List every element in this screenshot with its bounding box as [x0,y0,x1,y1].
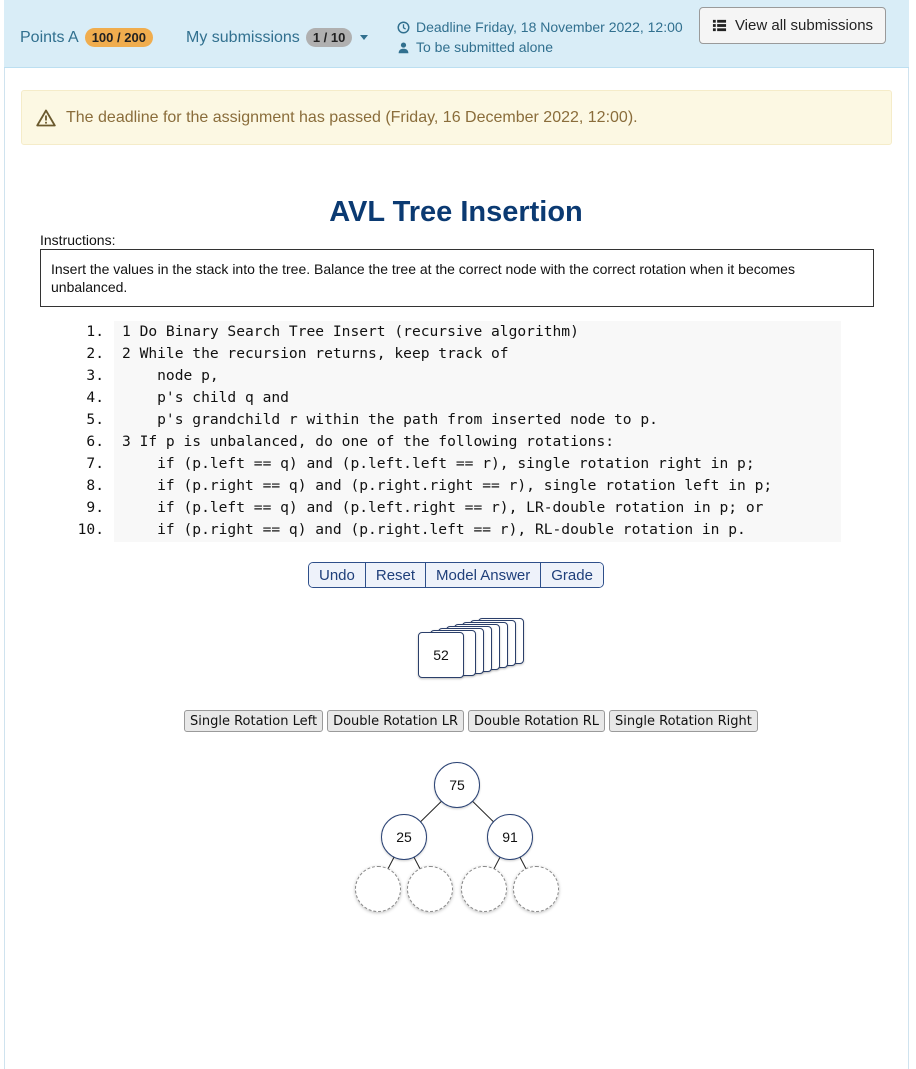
empty-slot[interactable] [355,866,401,912]
points-display: Points A 100 / 200 [20,28,153,47]
model-answer-button[interactable]: Model Answer [426,563,542,587]
empty-slot[interactable] [407,866,453,912]
code-text: 2 While the recursion returns, keep trac… [122,345,509,362]
warning-icon [36,109,56,126]
tree-node-left[interactable]: 25 [381,814,427,860]
pseudocode-block: 1. 1 Do Binary Search Tree Insert (recurs… [60,321,841,542]
avl-tree: 75 25 91 [340,760,580,920]
clock-icon [397,20,410,34]
code-text: p's grandchild r within the path from in… [122,411,658,428]
view-all-submissions-button[interactable]: View all submissions [699,7,886,44]
double-rotation-lr-button[interactable]: Double Rotation LR [327,710,465,732]
code-text: if (p.right == q) and (p.right.right == … [122,477,773,494]
points-label: Points A [20,28,79,46]
line-number: 3. [60,365,104,387]
single-rotation-left-button[interactable]: Single Rotation Left [184,710,324,732]
code-text: 1 Do Binary Search Tree Insert (recursiv… [122,323,579,340]
code-line: 8. if (p.right == q) and (p.right.right … [60,475,772,497]
submit-mode-text: To be submitted alone [416,39,553,55]
submissions-label: My submissions [186,28,300,46]
stack-top-card[interactable]: 52 [418,632,464,678]
code-line: 2. 2 While the recursion returns, keep tr… [60,343,509,365]
value-stack[interactable]: 52 [418,616,528,682]
code-line: 10. if (p.right == q) and (p.right.left … [60,519,746,541]
rotation-controls: Single Rotation Left Double Rotation LR … [184,710,758,732]
exercise-controls: Undo Reset Model Answer Grade [308,562,604,588]
code-line: 7. if (p.left == q) and (p.left.left == … [60,453,755,475]
code-text: if (p.left == q) and (p.left.right == r)… [122,499,764,516]
list-icon [712,19,726,32]
code-line: 6. 3 If p is unbalanced, do one of the fo… [60,431,614,453]
deadline-text: Deadline Friday, 18 November 2022, 12:00 [416,19,683,35]
code-text: node p, [122,367,219,384]
chevron-down-icon [360,35,369,40]
double-rotation-rl-button[interactable]: Double Rotation RL [468,710,606,732]
top-bar: Points A 100 / 200 My submissions 1 / 10… [4,0,909,68]
submissions-dropdown[interactable]: My submissions 1 / 10 [186,28,369,47]
tree-node-right[interactable]: 91 [487,814,533,860]
empty-slot[interactable] [513,866,559,912]
empty-slot[interactable] [461,866,507,912]
undo-button[interactable]: Undo [309,563,366,587]
user-icon [398,41,409,53]
single-rotation-right-button[interactable]: Single Rotation Right [609,710,758,732]
tree-node-root[interactable]: 75 [434,762,480,808]
code-text: if (p.left == q) and (p.left.left == r),… [122,455,755,472]
line-number: 7. [60,453,104,475]
code-text: if (p.right == q) and (p.right.left == r… [122,521,746,538]
exercise-title: AVL Tree Insertion [329,196,583,228]
code-line: 5. p's grandchild r within the path from… [60,409,658,431]
deadline-alert: The deadline for the assignment has pass… [21,90,892,145]
instructions-label: Instructions: [40,232,116,248]
instructions-box: Insert the values in the stack into the … [40,249,874,307]
line-number: 4. [60,387,104,409]
code-line: 9. if (p.left == q) and (p.left.right ==… [60,497,763,519]
line-number: 10. [60,519,104,541]
line-number: 9. [60,497,104,519]
points-badge: 100 / 200 [84,28,153,47]
code-line: 3. node p, [60,365,219,387]
line-number: 1. [60,321,104,343]
code-text: 3 If p is unbalanced, do one of the foll… [122,433,615,450]
view-all-label: View all submissions [734,17,874,34]
line-number: 6. [60,431,104,453]
reset-button[interactable]: Reset [365,563,427,587]
assignment-meta: Deadline Friday, 18 November 2022, 12:00… [397,17,683,57]
alert-text: The deadline for the assignment has pass… [66,108,638,126]
line-number: 2. [60,343,104,365]
code-line: 4. p's child q and [60,387,289,409]
submissions-badge: 1 / 10 [305,28,353,47]
code-line: 1. 1 Do Binary Search Tree Insert (recurs… [60,321,579,343]
line-number: 8. [60,475,104,497]
grade-button[interactable]: Grade [541,563,603,587]
line-number: 5. [60,409,104,431]
code-text: p's child q and [122,389,289,406]
